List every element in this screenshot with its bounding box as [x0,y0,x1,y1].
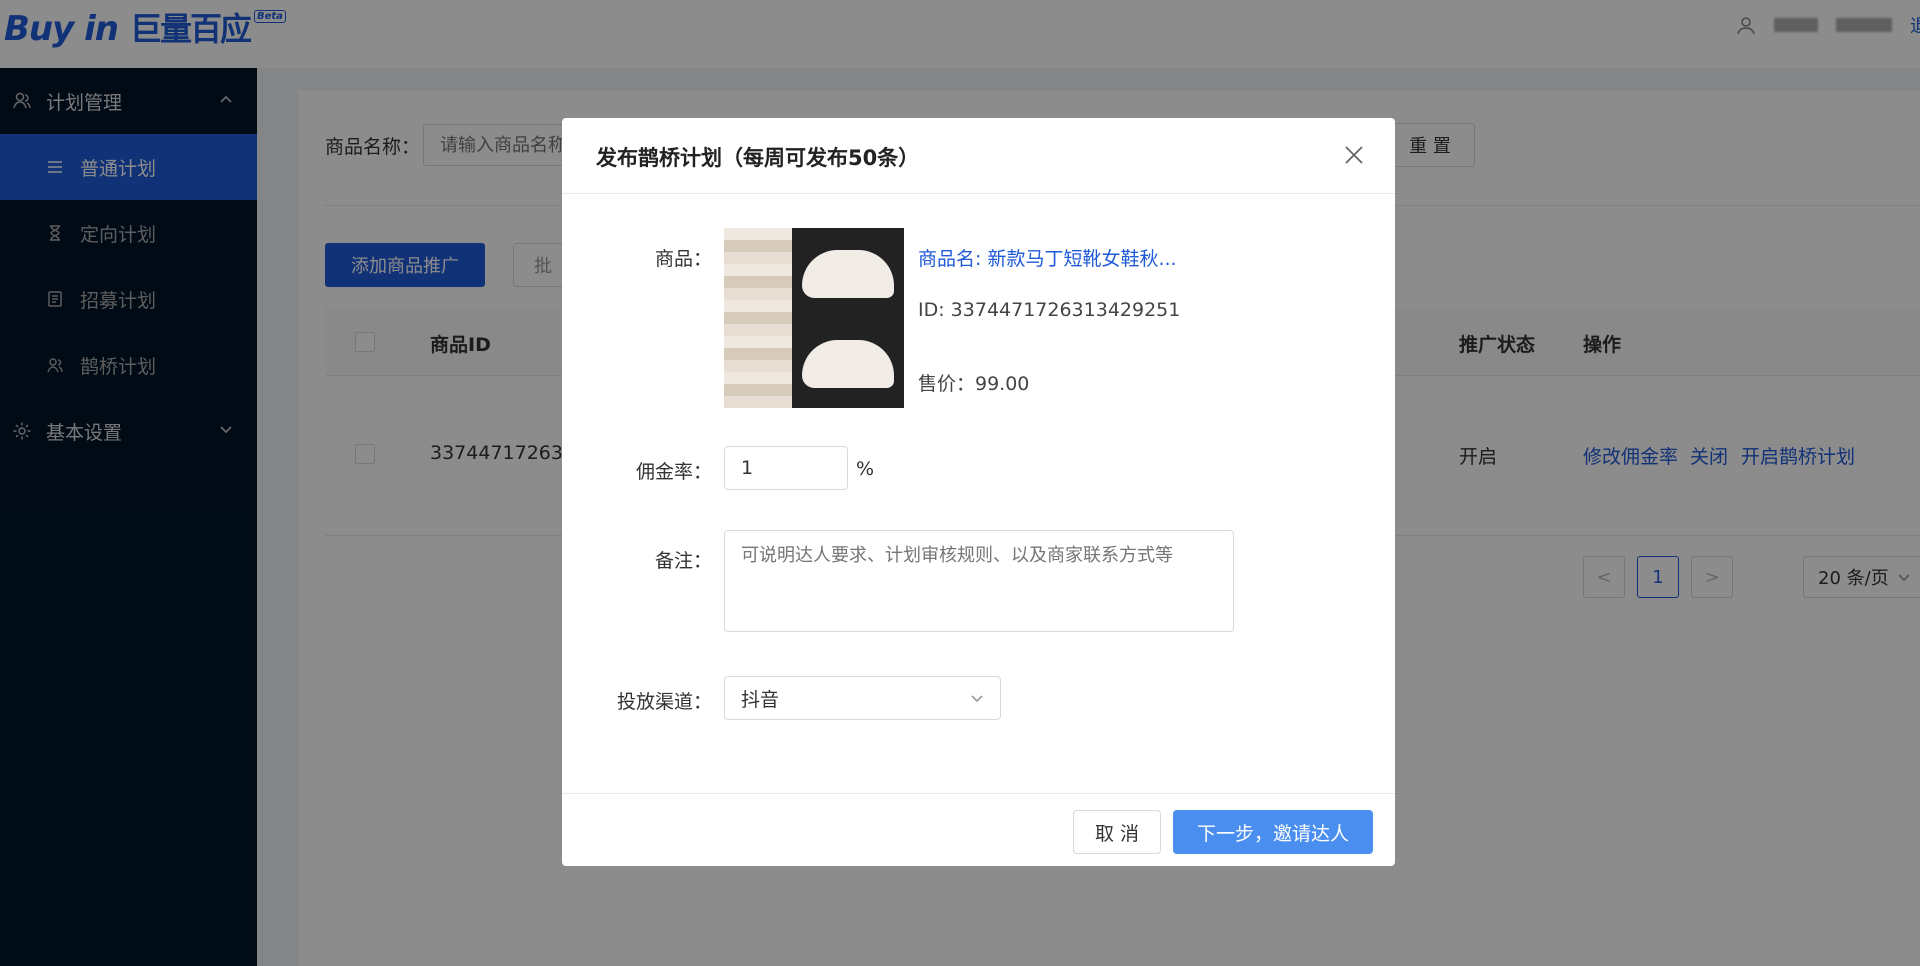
product-image-shoes [792,228,904,408]
product-name-link[interactable]: 商品名: 新款马丁短靴女鞋秋... [918,244,1177,271]
dialog-footer: 取 消 下一步，邀请达人 [562,793,1395,866]
product-image-mosaic [724,228,792,408]
next-invite-creator-button[interactable]: 下一步，邀请达人 [1173,810,1373,854]
publish-bridge-plan-dialog: 发布鹊桥计划（每周可发布50条） 商品： 商品名: 新款马丁短靴女鞋秋... I… [562,118,1395,866]
commission-rate-label: 佣金率： [635,461,712,483]
product-label: 商品： [654,248,712,270]
commission-rate-input[interactable] [724,446,848,490]
close-icon[interactable] [1343,144,1365,166]
dialog-header: 发布鹊桥计划（每周可发布50条） [562,118,1395,194]
dialog-title: 发布鹊桥计划（每周可发布50条） [596,146,920,170]
product-image [724,228,904,408]
shoe-shape [802,340,894,388]
shoe-shape [802,250,894,298]
channel-value: 抖音 [741,688,780,711]
note-textarea[interactable] [724,530,1234,632]
cancel-button[interactable]: 取 消 [1073,810,1161,854]
product-price: 售价：99.00 [918,373,1030,395]
note-label: 备注： [654,550,712,572]
product-id: ID: 3374471726313429251 [918,299,1181,321]
percent-unit: % [856,458,875,480]
channel-label: 投放渠道： [616,691,712,713]
chevron-down-icon [971,695,983,703]
channel-select[interactable]: 抖音 [724,676,1001,720]
